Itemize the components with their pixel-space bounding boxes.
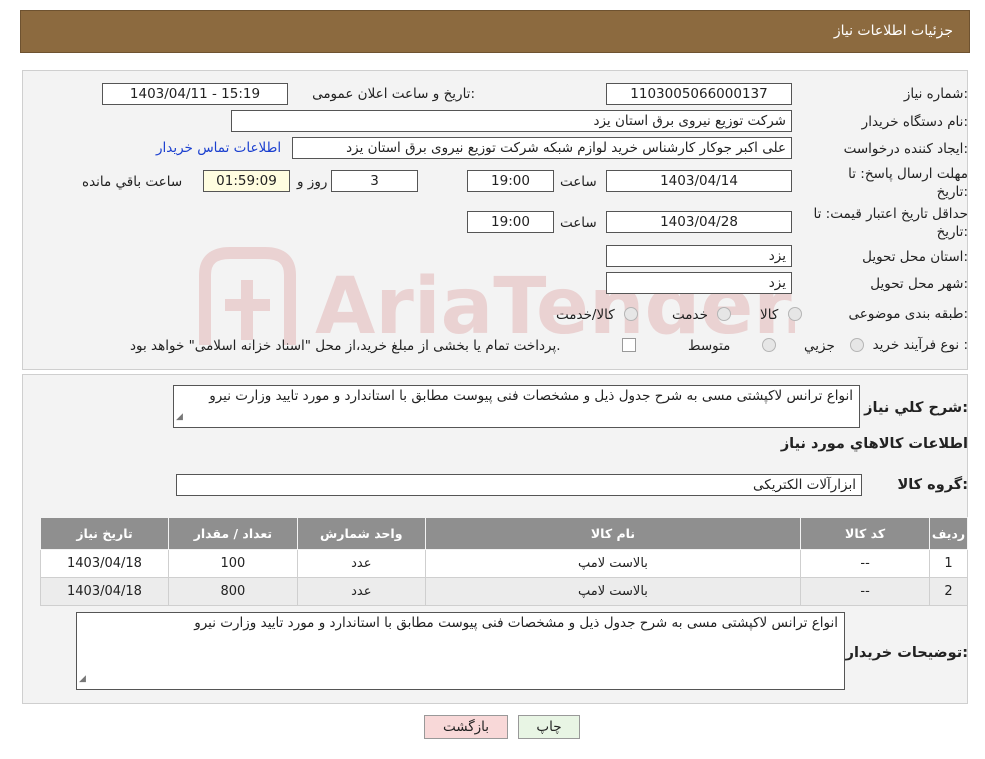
cell-quantity: 100 <box>167 549 298 578</box>
page-title: جزئیات اطلاعات نیاز <box>833 23 953 39</box>
days-field: 3 <box>331 170 418 192</box>
cell-row-number: 2 <box>929 577 968 606</box>
cell-goods-code: -- <box>800 577 931 606</box>
validity-time-field: 19:00 <box>467 211 554 233</box>
col-goods-name: نام کالا <box>424 517 802 550</box>
resize-grip-icon[interactable]: ◢ <box>176 409 183 426</box>
deadline-time-word: ساعت <box>560 174 597 190</box>
goods-heading: اطلاعات کالاهاي مورد نياز <box>780 436 968 452</box>
page-header: جزئیات اطلاعات نیاز <box>20 10 970 53</box>
col-unit: واحد شمارش <box>296 517 426 550</box>
need-number-field: 1103005066000137 <box>606 83 792 105</box>
category-option-goods-service: کالا/خدمت <box>556 307 615 323</box>
category-radio-goods[interactable] <box>788 307 802 321</box>
category-radio-goods-service[interactable] <box>624 307 638 321</box>
announce-datetime-field: 1403/04/11 - 15:19 <box>102 83 288 105</box>
city-field: یزد <box>606 272 792 294</box>
col-quantity: تعداد / مقدار <box>167 517 298 550</box>
cell-goods-name: بالاست لامپ <box>424 577 802 606</box>
buyer-field: شرکت توزیع نیروی برق استان یزد <box>231 110 792 132</box>
process-label: نوع فرآیند خرید : <box>872 337 968 353</box>
cell-goods-name: بالاست لامپ <box>424 549 802 578</box>
province-label: استان محل تحویل: <box>862 249 968 265</box>
goods-group-label: گروه کالا: <box>897 477 968 493</box>
buyer-notes-textarea[interactable]: انواع ترانس لاکپشتی مسی به شرح جدول ذیل … <box>76 612 845 690</box>
treasury-checkbox[interactable] <box>622 338 636 352</box>
process-option-minor: جزيي <box>804 338 835 354</box>
cell-unit: عدد <box>296 577 426 606</box>
category-radio-service[interactable] <box>717 307 731 321</box>
table-row: 2 -- بالاست لامپ عدد 800 1403/04/18 <box>40 577 968 606</box>
validity-time-word: ساعت <box>560 215 597 231</box>
cell-goods-code: -- <box>800 549 931 578</box>
need-number-label: شماره نیاز: <box>903 86 968 102</box>
cell-row-number: 1 <box>929 549 968 578</box>
announce-label: تاریخ و ساعت اعلان عمومی: <box>312 86 475 102</box>
cell-need-date: 1403/04/18 <box>40 577 169 606</box>
back-button[interactable]: بازگشت <box>424 715 508 739</box>
remaining-time-field: 01:59:09 <box>203 170 290 192</box>
col-need-date: تاريخ نياز <box>40 517 169 550</box>
goods-table: رديف کد کالا نام کالا واحد شمارش تعداد /… <box>40 517 968 606</box>
creator-label: ایجاد کننده درخواست: <box>843 141 968 157</box>
resize-grip-icon[interactable]: ◢ <box>79 671 86 688</box>
remaining-word: ساعت باقي مانده <box>82 174 183 190</box>
category-option-service: خدمت <box>672 307 708 323</box>
description-label: شرح کلي نياز: <box>864 400 968 416</box>
process-radio-minor[interactable] <box>850 338 864 352</box>
cell-need-date: 1403/04/18 <box>40 549 169 578</box>
table-header-row: رديف کد کالا نام کالا واحد شمارش تعداد /… <box>40 517 968 550</box>
goods-group-field: ابزارآلات الکتریکی <box>176 474 862 496</box>
validity-label: حداقل تاریخ اعتبار قیمت: تا <box>813 206 968 222</box>
cell-unit: عدد <box>296 549 426 578</box>
col-row-number: رديف <box>929 517 968 550</box>
description-textarea[interactable]: انواع ترانس لاکپشتی مسی به شرح جدول ذیل … <box>173 385 860 428</box>
city-label: شهر محل تحویل: <box>870 276 968 292</box>
print-button[interactable]: چاپ <box>518 715 580 739</box>
days-word: روز و <box>297 174 328 190</box>
buyer-notes-text: انواع ترانس لاکپشتی مسی به شرح جدول ذیل … <box>194 615 838 631</box>
col-goods-code: کد کالا <box>800 517 931 550</box>
deadline-label: مهلت ارسال پاسخ: تا <box>848 166 968 182</box>
deadline-time-field: 19:00 <box>467 170 554 192</box>
validity-date-field: 1403/04/28 <box>606 211 792 233</box>
buyer-contact-link[interactable]: اطلاعات تماس خریدار <box>156 140 281 156</box>
validity-label-2: تاریخ: <box>936 224 968 240</box>
deadline-label-2: تاریخ: <box>936 184 968 200</box>
process-radio-medium[interactable] <box>762 338 776 352</box>
process-option-medium: متوسط <box>688 338 731 354</box>
deadline-date-field: 1403/04/14 <box>606 170 792 192</box>
creator-field: علی اکبر جوکار کارشناس خرید لوازم شبکه ش… <box>292 137 792 159</box>
category-option-goods: کالا <box>760 307 779 323</box>
process-note: پرداخت تمام یا بخشی از مبلغ خرید،از محل … <box>130 338 561 354</box>
province-field: یزد <box>606 245 792 267</box>
cell-quantity: 800 <box>167 577 298 606</box>
buyer-label: نام دستگاه خریدار: <box>861 114 968 130</box>
category-label: طبقه بندی موضوعی: <box>848 306 968 322</box>
table-row: 1 -- بالاست لامپ عدد 100 1403/04/18 <box>40 549 968 578</box>
buyer-notes-label: توضیحات خریدار: <box>845 645 968 661</box>
description-text: انواع ترانس لاکپشتی مسی به شرح جدول ذیل … <box>209 388 853 404</box>
